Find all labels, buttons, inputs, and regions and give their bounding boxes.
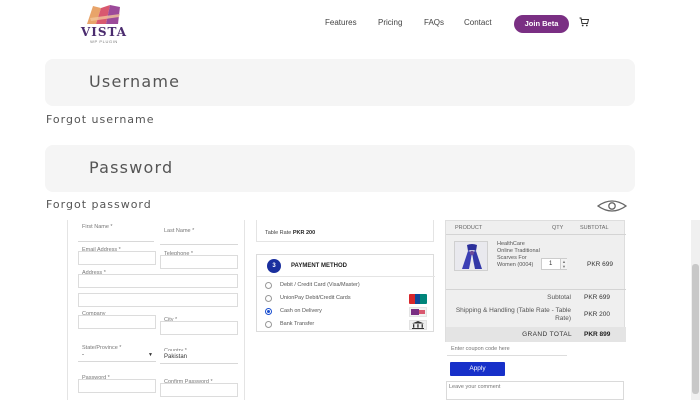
bank-icon [409, 320, 427, 330]
radio-button[interactable] [265, 321, 272, 328]
unionpay-logo [409, 294, 427, 304]
country-value: Pakistan [164, 354, 188, 360]
logo-text: VISTA [80, 25, 128, 39]
qty-column-header: QTY [552, 225, 564, 231]
payment-option-unionpay[interactable]: UnionPay Debit/Credit Cards [263, 293, 429, 305]
scarf-image-icon [462, 244, 482, 269]
eye-icon[interactable] [596, 199, 628, 213]
logo-mark-icon [87, 5, 120, 24]
address-field[interactable] [78, 274, 238, 288]
forgot-username-link[interactable]: Forgot username [46, 113, 155, 126]
last-name-field[interactable] [160, 232, 238, 245]
username-placeholder: Username [89, 72, 181, 91]
city-field[interactable] [160, 321, 238, 335]
subtotal-column-header: SUBTOTAL [580, 225, 609, 231]
grand-total-value: PKR 899 [584, 331, 611, 338]
nav-pricing[interactable]: Pricing [378, 18, 402, 27]
quantity-arrows[interactable]: ▲ ▼ [560, 259, 567, 269]
site-header: VISTA WP PLUGIN Features Pricing FAQs Co… [0, 0, 700, 50]
shipping-value: PKR 200 [584, 311, 611, 318]
product-column-header: PRODUCT [455, 225, 483, 231]
password-field[interactable]: Password [45, 145, 635, 192]
payment-option-cod[interactable]: Cash on Delivery [263, 306, 429, 318]
cod-logo [409, 307, 427, 317]
address-line-2-field[interactable] [78, 293, 238, 307]
quantity-stepper[interactable]: 1 ▲ ▼ [541, 258, 567, 270]
cart-icon[interactable] [579, 17, 589, 27]
logo-subtext: WP PLUGIN [90, 39, 118, 44]
payment-option-bank[interactable]: Bank Transfer [263, 319, 429, 331]
account-password-field[interactable] [78, 379, 156, 393]
subtotal-label: Subtotal [547, 294, 571, 301]
chevron-down-icon: ▼ [148, 352, 153, 358]
scrollbar[interactable] [691, 220, 700, 400]
order-summary: PRODUCT QTY SUBTOTAL HealthCare Online T… [445, 220, 626, 342]
product-name[interactable]: HealthCare Online Traditional Scarves Fo… [497, 241, 542, 269]
quantity-value: 1 [549, 261, 553, 267]
nav-faqs[interactable]: FAQs [424, 18, 444, 27]
vista-logo[interactable]: VISTA WP PLUGIN [80, 4, 128, 46]
join-beta-button[interactable]: Join Beta [514, 15, 569, 33]
payment-option-label: Debit / Credit Card (Visa/Master) [280, 282, 360, 288]
first-name-field[interactable] [78, 229, 154, 242]
country-select[interactable]: Pakistan [160, 351, 238, 364]
email-field[interactable] [78, 251, 156, 265]
shipping-rate-label: Table Rate [265, 230, 292, 236]
product-price: PKR 699 [587, 261, 614, 268]
payment-option-label: Cash on Delivery [280, 308, 322, 314]
state-value: - [82, 352, 84, 358]
step-number-badge: 3 [267, 259, 281, 273]
apply-coupon-button[interactable]: Apply [450, 362, 505, 376]
shipping-label: Shipping & Handling (Table Rate - Table … [455, 307, 571, 322]
payment-header: 3 PAYMENT METHOD [257, 255, 435, 277]
divider [446, 234, 626, 235]
comment-textarea[interactable]: Leave your comment [446, 381, 624, 400]
radio-button[interactable] [265, 295, 272, 302]
divider [446, 289, 626, 290]
nav-features[interactable]: Features [325, 18, 357, 27]
product-thumbnail [454, 241, 488, 271]
telephone-field[interactable] [160, 255, 238, 269]
comment-placeholder: Leave your comment [449, 384, 501, 390]
shipping-rate-value: PKR 200 [292, 230, 316, 236]
username-field[interactable]: Username [45, 59, 635, 106]
payment-option-label: UnionPay Debit/Credit Cards [280, 295, 351, 301]
billing-form: First Name * Last Name * Email Address *… [67, 220, 245, 400]
payment-option-card[interactable]: Debit / Credit Card (Visa/Master) [263, 280, 429, 292]
radio-button[interactable] [265, 282, 272, 289]
payment-option-label: Bank Transfer [280, 321, 315, 327]
password-placeholder: Password [89, 158, 174, 177]
shipping-method-card: Table Rate PKR 200 [256, 220, 434, 242]
grand-total-row: GRAND TOTAL PKR 899 [446, 327, 626, 342]
login-overlay: Username Forgot username Password Forgot… [0, 50, 700, 220]
payment-title: PAYMENT METHOD [291, 263, 348, 269]
company-field[interactable] [78, 315, 156, 329]
subtotal-value: PKR 699 [584, 294, 611, 301]
shipping-rate: Table Rate PKR 200 [265, 230, 315, 236]
state-select[interactable]: - ▼ [78, 349, 156, 362]
nav-contact[interactable]: Contact [464, 18, 492, 27]
confirm-password-field[interactable] [160, 383, 238, 397]
forgot-password-link[interactable]: Forgot password [46, 198, 152, 211]
scrollbar-thumb[interactable] [692, 264, 699, 394]
radio-button-selected[interactable] [265, 308, 272, 315]
payment-method-card: 3 PAYMENT METHOD Debit / Credit Card (Vi… [256, 254, 435, 332]
grand-total-label: GRAND TOTAL [522, 331, 572, 338]
coupon-input[interactable] [447, 342, 567, 356]
